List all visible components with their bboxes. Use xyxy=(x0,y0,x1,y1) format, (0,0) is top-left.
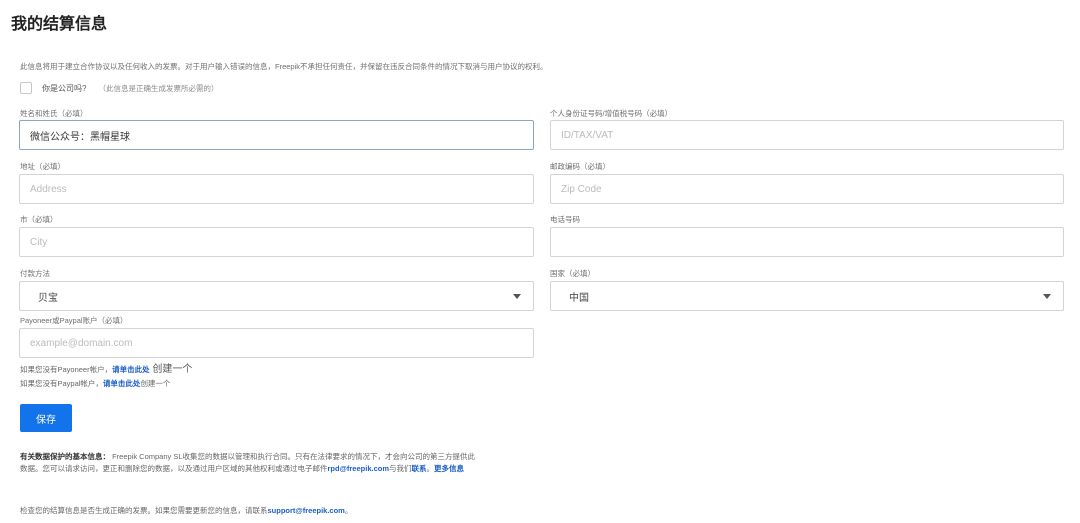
paypal-help: 如果您没有Paypal帐户，请单击此处创建一个 xyxy=(20,378,170,389)
paypal-link[interactable]: 请单击此处 xyxy=(103,379,141,388)
payoneer-link[interactable]: 请单击此处 xyxy=(112,365,150,374)
more-info-link[interactable]: 更多信息 xyxy=(434,464,464,473)
city-placeholder: City xyxy=(30,236,48,248)
contact-link[interactable]: 联系 xyxy=(412,464,427,473)
address-input[interactable]: Address xyxy=(19,174,534,204)
footer-end: 。 xyxy=(344,506,353,515)
company-check-row: 你是公司吗? （此信息是正确生成发票所必需的） xyxy=(20,81,218,95)
name-input-value: 微信公众号：黑帽星球 xyxy=(30,131,130,143)
payoneer-help-prefix: 如果您没有Payoneer帐户， xyxy=(20,365,113,374)
city-label: 市（必填） xyxy=(20,215,58,224)
phone-label: 电话号码 xyxy=(550,215,580,224)
company-check-label: 你是公司吗? xyxy=(42,83,87,93)
privacy-email-link[interactable]: rpd@freepik.com xyxy=(328,464,390,473)
privacy-notice: 有关数据保护的基本信息： Freepik Company SL收集您的数据以管理… xyxy=(20,451,480,475)
country-select[interactable]: 中国 xyxy=(550,281,1064,311)
address-placeholder: Address xyxy=(30,183,67,195)
privacy-heading: 有关数据保护的基本信息： xyxy=(20,452,110,461)
company-checkbox[interactable] xyxy=(20,82,32,94)
paypal-help-prefix: 如果您没有Paypal帐户， xyxy=(20,379,103,388)
country-select-value: 中国 xyxy=(569,292,589,304)
phone-input[interactable] xyxy=(550,227,1064,257)
footer-note: 检查您的结算信息是否生成正确的发票。如果您需要更新您的信息，请联系support… xyxy=(20,505,352,516)
company-check-hint: （此信息是正确生成发票所必需的） xyxy=(98,83,219,93)
footer-text: 检查您的结算信息是否生成正确的发票。如果您需要更新您的信息，请联系 xyxy=(20,506,268,515)
address-label: 地址（必填） xyxy=(20,162,65,171)
tax-id-placeholder: ID/TAX/VAT xyxy=(561,129,614,141)
payoneer-help: 如果您没有Payoneer帐户，请单击此处 创建一个 xyxy=(20,360,192,375)
payoneer-help-suffix: 创建一个 xyxy=(149,364,193,375)
tax-id-input[interactable]: ID/TAX/VAT xyxy=(550,120,1064,150)
city-input[interactable]: City xyxy=(19,227,534,257)
payment-select-value: 贝宝 xyxy=(38,292,58,304)
name-input[interactable]: 微信公众号：黑帽星球 xyxy=(19,120,534,150)
chevron-down-icon xyxy=(1043,294,1051,299)
zip-placeholder: Zip Code xyxy=(561,183,602,195)
page-title: 我的结算信息 xyxy=(11,16,108,33)
account-placeholder: example@domain.com xyxy=(30,337,133,349)
payment-label: 付款方法 xyxy=(20,269,50,278)
name-label: 姓名和姓氏（必填） xyxy=(20,109,88,118)
account-label: Payoneer或Paypal账户（必填） xyxy=(20,316,128,325)
paypal-help-suffix: 创建一个 xyxy=(140,379,171,388)
payment-select[interactable]: 贝宝 xyxy=(19,281,534,311)
zip-label: 邮政编码（必填） xyxy=(550,162,610,171)
chevron-down-icon xyxy=(513,294,521,299)
tax-id-label: 个人身份证号码/增值税号码（必填） xyxy=(550,109,673,118)
privacy-text-3: 。 xyxy=(426,464,435,473)
support-email-link[interactable]: support@freepik.com xyxy=(268,506,345,515)
intro-text: 此信息将用于建立合作协议以及任何收入的发票。对于用户输入错误的信息，Freepi… xyxy=(20,62,548,71)
privacy-text-2: 与我们 xyxy=(389,464,412,473)
account-input[interactable]: example@domain.com xyxy=(19,328,534,358)
zip-input[interactable]: Zip Code xyxy=(550,174,1064,204)
save-button[interactable]: 保存 xyxy=(20,404,72,432)
country-label: 国家（必填） xyxy=(550,269,595,278)
